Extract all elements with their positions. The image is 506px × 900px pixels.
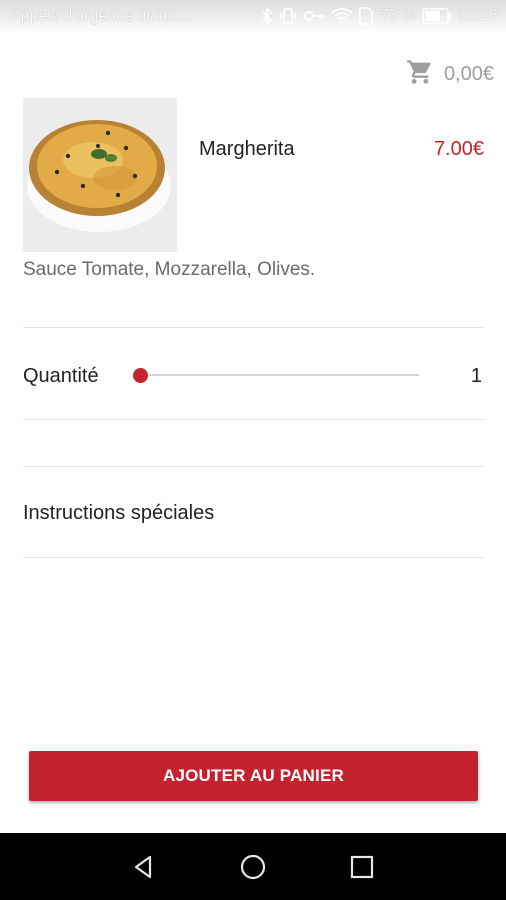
carrier-label: Appels d'urgence uniqu...: [10, 8, 191, 25]
special-instructions[interactable]: Instructions spéciales: [23, 502, 214, 525]
status-icons: 73 % 18:16: [261, 7, 498, 25]
back-icon[interactable]: [128, 851, 160, 883]
add-to-cart-button[interactable]: AJOUTER AU PANIER: [29, 751, 478, 801]
home-icon[interactable]: [237, 851, 269, 883]
slider-thumb[interactable]: [133, 368, 148, 383]
divider: [23, 466, 484, 467]
vibrate-icon: [279, 7, 297, 25]
divider: [23, 557, 484, 558]
cart-total: 0,00€: [443, 63, 494, 85]
status-bar: Appels d'urgence uniqu... 73 % 18:16: [0, 0, 506, 34]
key-icon: [303, 7, 325, 25]
cart-icon: [406, 58, 434, 91]
slider-track: [141, 374, 419, 376]
recents-icon[interactable]: [346, 851, 378, 883]
battery-icon: [422, 8, 452, 24]
battery-label: 73 %: [379, 7, 416, 24]
sim-icon: [359, 7, 374, 25]
cart-button[interactable]: 0,00€: [406, 58, 494, 91]
product-name: Margherita: [199, 138, 295, 160]
clock: 18:16: [457, 7, 498, 24]
bluetooth-icon: [261, 7, 273, 25]
quantity-label: Quantité: [23, 365, 99, 387]
product-description: Sauce Tomate, Mozzarella, Olives.: [23, 259, 316, 280]
product-price: 7.00€: [433, 138, 484, 160]
navigation-bar: [0, 833, 506, 900]
wifi-icon: [331, 7, 354, 25]
quantity-slider[interactable]: [133, 366, 419, 386]
pizza-image[interactable]: [23, 98, 177, 252]
divider: [23, 419, 484, 420]
divider: [23, 327, 484, 328]
quantity-value: 1: [470, 365, 482, 387]
